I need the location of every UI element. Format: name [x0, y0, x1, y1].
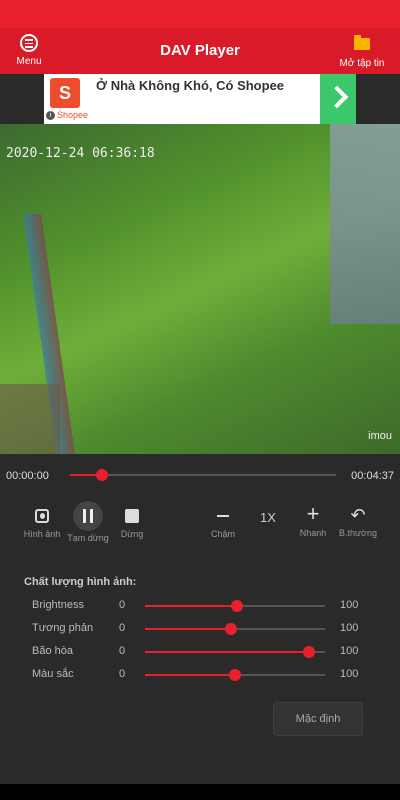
- slider-min: 0: [119, 599, 126, 611]
- info-icon[interactable]: i: [46, 111, 55, 121]
- normal-label: B.thường: [339, 528, 377, 538]
- seek-bar[interactable]: [70, 469, 336, 481]
- minus-icon: [217, 515, 229, 517]
- stop-button[interactable]: Dừng: [110, 500, 154, 550]
- slider-min: 0: [119, 645, 126, 657]
- slider-min: 0: [119, 668, 126, 680]
- slow-label: Chậm: [210, 529, 235, 539]
- fast-label: Nhanh: [299, 528, 327, 538]
- pause-label: Tạm dừng: [67, 533, 109, 543]
- ad-banner[interactable]: S i Shopee Ở Nhà Không Khó, Có Shopee: [44, 74, 356, 124]
- slider-row-hue: Màu sắc 0 100: [0, 666, 400, 686]
- seek-thumb[interactable]: [95, 469, 108, 481]
- image-icon: [35, 509, 49, 523]
- speed-value: 1X: [260, 510, 276, 525]
- slider-fill: [145, 651, 309, 653]
- video-timestamp: 2020-12-24 06:36:18: [6, 146, 155, 161]
- slider-min: 0: [119, 622, 126, 634]
- open-file-label: Mở tập tin: [339, 58, 385, 69]
- total-time: 00:04:37: [351, 470, 394, 482]
- video-wall: [330, 124, 400, 324]
- fast-button[interactable]: + Nhanh: [291, 500, 335, 550]
- slider-fill: [145, 674, 235, 676]
- ad-arrow-button[interactable]: [320, 74, 356, 124]
- slider-thumb[interactable]: [230, 600, 243, 612]
- slider-row-brightness: Brightness 0 100: [0, 597, 400, 617]
- slider-name: Brightness: [32, 599, 84, 611]
- normal-speed-button[interactable]: ↶ B.thường: [336, 500, 380, 550]
- video-path: [0, 384, 60, 454]
- slow-button[interactable]: Chậm: [201, 500, 245, 550]
- slider-max: 100: [340, 599, 359, 611]
- shopee-logo: S: [50, 78, 80, 108]
- app-bar: Menu DAV Player Mở tập tin: [0, 28, 400, 74]
- open-file-button[interactable]: Mở tập tin: [332, 34, 392, 72]
- hue-slider[interactable]: [145, 669, 325, 681]
- stop-label: Dừng: [120, 529, 144, 539]
- slider-max: 100: [340, 668, 359, 680]
- plus-icon: +: [306, 501, 320, 526]
- ad-text: Ở Nhà Không Khó, Có Shopee: [96, 78, 285, 93]
- video-view[interactable]: [0, 124, 400, 454]
- speed-indicator: 1X: [246, 500, 290, 550]
- slider-max: 100: [340, 622, 359, 634]
- slider-thumb[interactable]: [229, 669, 241, 681]
- undo-icon: ↶: [350, 505, 366, 525]
- slider-row-saturation: Bão hòa 0 100: [0, 643, 400, 663]
- stop-icon: [125, 509, 139, 523]
- slider-fill: [145, 605, 237, 607]
- status-bar: [0, 0, 400, 28]
- slider-fill: [145, 628, 232, 630]
- contrast-slider[interactable]: [145, 623, 325, 635]
- default-button[interactable]: Mặc định: [273, 702, 363, 736]
- pause-icon: [73, 501, 103, 531]
- quality-title: Chất lượng hình ảnh:: [24, 576, 137, 588]
- brightness-slider[interactable]: [145, 600, 325, 612]
- current-time: 00:00:00: [6, 470, 49, 482]
- saturation-slider[interactable]: [145, 646, 325, 658]
- pause-button[interactable]: Tạm dừng: [66, 500, 110, 550]
- folder-icon: [354, 35, 370, 50]
- slider-max: 100: [340, 645, 359, 657]
- slider-thumb[interactable]: [302, 646, 315, 658]
- slider-thumb[interactable]: [225, 623, 238, 635]
- slider-name: Bão hòa: [32, 645, 73, 657]
- video-watermark: imou: [368, 430, 392, 442]
- image-label: Hình ảnh: [23, 529, 61, 539]
- slider-name: Tương phản: [32, 622, 94, 634]
- slider-name: Màu sắc: [32, 668, 74, 680]
- system-nav-bar: [0, 784, 400, 800]
- slider-row-contrast: Tương phản 0 100: [0, 620, 400, 640]
- image-button[interactable]: Hình ảnh: [20, 500, 64, 550]
- ad-brand: i Shopee: [46, 110, 88, 121]
